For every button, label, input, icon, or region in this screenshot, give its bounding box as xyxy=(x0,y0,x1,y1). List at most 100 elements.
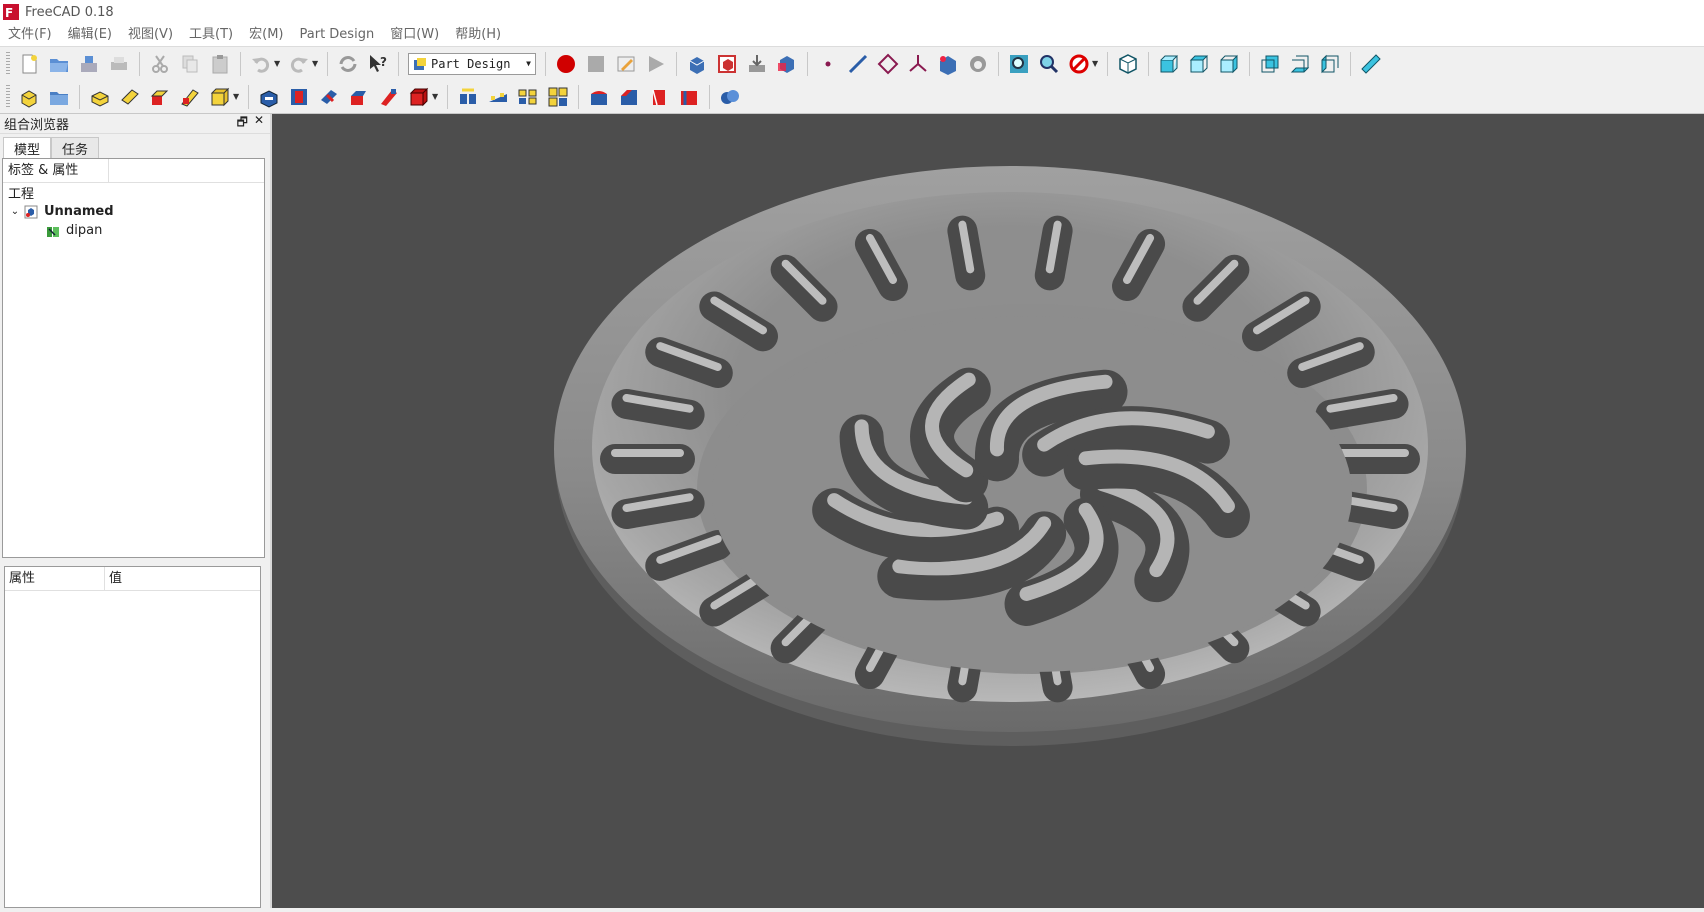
zoom-fit-icon xyxy=(1010,54,1028,73)
measure-point-button[interactable] xyxy=(814,50,842,78)
workbench-selected: Part Design xyxy=(431,56,511,71)
save-icon xyxy=(81,55,97,72)
redo-button[interactable] xyxy=(285,50,313,78)
measure-distance-button[interactable] xyxy=(1357,50,1385,78)
boolean-button[interactable] xyxy=(716,83,744,111)
linear-pattern-button[interactable] xyxy=(484,83,512,111)
property-view[interactable]: 属性 值 xyxy=(4,566,261,908)
close-icon[interactable]: ✕ xyxy=(254,113,264,134)
toolbar-grip[interactable] xyxy=(6,84,10,109)
workbench-selector[interactable]: Part Design ▼ xyxy=(408,52,536,75)
dish-model[interactable] xyxy=(272,114,1704,908)
tree-item-unnamed[interactable]: ⌄ Unnamed xyxy=(3,202,264,221)
tab-tasks[interactable]: 任务 xyxy=(51,137,100,159)
additive-pipe-button[interactable] xyxy=(176,83,204,111)
subtractive-loft-button[interactable] xyxy=(345,83,373,111)
menu-window[interactable]: 窗口(W) xyxy=(382,24,447,46)
pocket-button[interactable] xyxy=(255,83,283,111)
groove-button[interactable] xyxy=(315,83,343,111)
plane-button[interactable] xyxy=(874,50,902,78)
draft-button[interactable] xyxy=(645,83,673,111)
revolution-button[interactable] xyxy=(116,83,144,111)
menu-view[interactable]: 视图(V) xyxy=(120,24,181,46)
fillet-button[interactable] xyxy=(585,83,613,111)
view-right-button[interactable] xyxy=(1215,50,1243,78)
create-part-button[interactable] xyxy=(713,50,741,78)
chamfer-button[interactable] xyxy=(615,83,643,111)
new-file-button[interactable] xyxy=(15,50,43,78)
additive-primitive-button[interactable] xyxy=(206,83,234,111)
draw-style-dropdown-icon[interactable]: ▼ xyxy=(1092,59,1100,68)
menu-file[interactable]: 文件(F) xyxy=(0,24,60,46)
tree-section-label: 工程 xyxy=(8,187,35,202)
refresh-button[interactable] xyxy=(334,50,362,78)
macro-edit-button[interactable] xyxy=(612,50,640,78)
subtractive-primitive-button[interactable] xyxy=(405,83,433,111)
3d-viewport[interactable] xyxy=(272,114,1704,908)
top-view-icon xyxy=(1189,55,1209,72)
undo-button[interactable] xyxy=(247,50,275,78)
toolbar-grip[interactable] xyxy=(6,51,10,76)
tree-header-label[interactable]: 标签 & 属性 xyxy=(3,158,109,183)
save-button[interactable] xyxy=(75,50,103,78)
view-front-button[interactable] xyxy=(1155,50,1183,78)
shape-binder-button[interactable] xyxy=(934,50,962,78)
redo-dropdown-icon[interactable]: ▼ xyxy=(312,59,320,68)
cut-button[interactable] xyxy=(146,50,174,78)
import-button[interactable] xyxy=(743,50,771,78)
multi-transform-button[interactable] xyxy=(544,83,572,111)
create-body-button[interactable] xyxy=(683,50,711,78)
property-column-header[interactable]: 属性 xyxy=(5,566,105,591)
tree-header: 标签 & 属性 xyxy=(3,158,264,183)
fit-all-button[interactable] xyxy=(1005,50,1033,78)
value-column-header[interactable]: 值 xyxy=(105,567,122,591)
polar-pattern-button[interactable] xyxy=(514,83,542,111)
hole-button[interactable] xyxy=(285,83,313,111)
print-button[interactable] xyxy=(105,50,133,78)
whats-this-button[interactable]: ? xyxy=(364,50,392,78)
subtractive-pipe-button[interactable] xyxy=(375,83,403,111)
view-rear-button[interactable] xyxy=(1256,50,1284,78)
menu-tools[interactable]: 工具(T) xyxy=(181,24,241,46)
copy-button[interactable] xyxy=(176,50,204,78)
tree-item-dipan[interactable]: dipan xyxy=(3,221,264,240)
open-file-button[interactable] xyxy=(45,50,73,78)
macro-record-button[interactable] xyxy=(552,50,580,78)
additive-loft-button[interactable] xyxy=(146,83,174,111)
clone-button[interactable] xyxy=(964,50,992,78)
coordinate-system-button[interactable] xyxy=(904,50,932,78)
tab-model[interactable]: 模型 xyxy=(3,137,52,159)
menu-macro[interactable]: 宏(M) xyxy=(241,24,291,46)
macro-stop-button[interactable] xyxy=(582,50,610,78)
primitive-dropdown-icon[interactable]: ▼ xyxy=(233,92,241,101)
undo-dropdown-icon[interactable]: ▼ xyxy=(274,59,282,68)
toolbar-separator xyxy=(248,84,249,109)
fit-selection-button[interactable] xyxy=(1035,50,1063,78)
menu-edit[interactable]: 编辑(E) xyxy=(60,24,120,46)
menu-help[interactable]: 帮助(H) xyxy=(447,24,509,46)
toolbar-separator xyxy=(447,84,448,109)
model-tree[interactable]: 标签 & 属性 工程 ⌄ Unnamed dipan xyxy=(2,158,265,558)
view-isometric-button[interactable] xyxy=(1114,50,1142,78)
open-folder-button[interactable] xyxy=(45,83,73,111)
chevron-down-icon[interactable]: ⌄ xyxy=(7,206,23,217)
folder-open-icon xyxy=(50,58,68,72)
mirrored-button[interactable] xyxy=(454,83,482,111)
paste-button[interactable] xyxy=(206,50,234,78)
import-icon xyxy=(749,54,765,72)
pad-button[interactable] xyxy=(86,83,114,111)
subtractive-primitive-dropdown-icon[interactable]: ▼ xyxy=(432,92,440,101)
help-cursor-icon: ? xyxy=(370,54,387,72)
view-left-button[interactable] xyxy=(1316,50,1344,78)
thickness-button[interactable] xyxy=(675,83,703,111)
view-bottom-button[interactable] xyxy=(1286,50,1314,78)
draw-style-button[interactable] xyxy=(1065,50,1093,78)
menu-part-design[interactable]: Part Design xyxy=(292,24,383,46)
tree-item-label: dipan xyxy=(66,223,103,238)
link-button[interactable] xyxy=(773,50,801,78)
line-button[interactable] xyxy=(844,50,872,78)
macro-run-button[interactable] xyxy=(642,50,670,78)
undock-icon[interactable]: 🗗 xyxy=(237,113,248,134)
create-sketch-button[interactable] xyxy=(15,83,43,111)
view-top-button[interactable] xyxy=(1185,50,1213,78)
